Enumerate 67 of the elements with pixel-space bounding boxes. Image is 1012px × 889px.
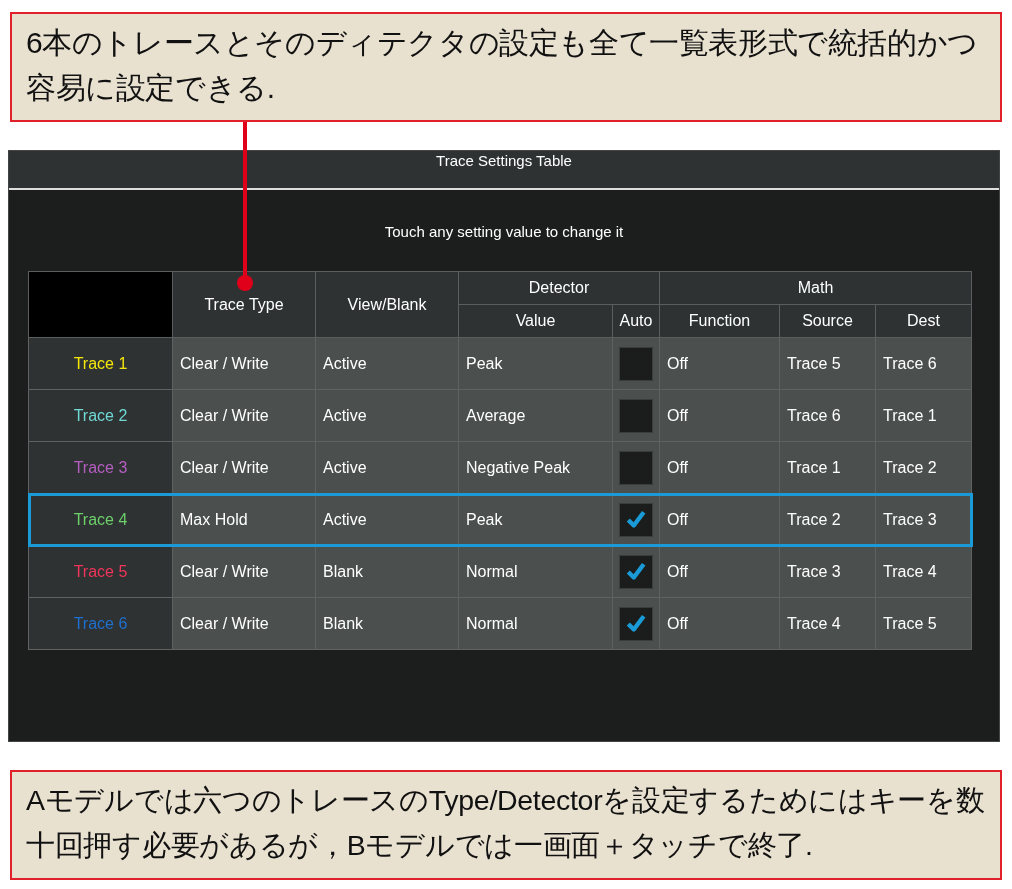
table-cell[interactable]: Peak (458, 493, 613, 546)
column-header: Auto (612, 304, 660, 338)
table-cell[interactable]: Off (659, 337, 780, 390)
table-cell[interactable]: Clear / Write (172, 597, 316, 650)
table-cell[interactable]: Off (659, 441, 780, 494)
table-cell[interactable]: Trace 3 (779, 545, 876, 598)
table-cell[interactable]: Clear / Write (172, 389, 316, 442)
trace-row[interactable]: Trace 6 Clear / Write Blank Normal Off Trace 4 Trace 5 (28, 597, 972, 650)
column-group-header: Math (659, 271, 972, 305)
table-cell[interactable]: Off (659, 597, 780, 650)
table-cell[interactable]: Off (659, 493, 780, 546)
table-cell[interactable]: Max Hold (172, 493, 316, 546)
table-cell[interactable]: Clear / Write (172, 545, 316, 598)
trace-row[interactable]: Trace 4 Max Hold Active Peak Off Trace 2 Trace 3 (28, 493, 972, 546)
table-cell[interactable]: Trace 2 (779, 493, 876, 546)
window-title: Trace Settings Table (9, 151, 999, 190)
table-cell[interactable]: Active (315, 493, 459, 546)
column-group-header: Detector (458, 271, 660, 305)
table-cell[interactable]: Trace 4 (875, 545, 972, 598)
column-header: View/Blank (315, 271, 459, 338)
table-cell[interactable]: Trace 2 (875, 441, 972, 494)
table-cell[interactable]: Average (458, 389, 613, 442)
table-cell[interactable]: Trace 6 (875, 337, 972, 390)
table-cell[interactable]: Trace 6 (779, 389, 876, 442)
trace-row[interactable]: Trace 2 Clear / Write Active Average Off Trace 6 Trace 1 (28, 389, 972, 442)
table-cell[interactable]: Active (315, 441, 459, 494)
table-cell[interactable]: Normal (458, 597, 613, 650)
table-cell[interactable]: Peak (458, 337, 613, 390)
check-icon (625, 612, 647, 635)
table-cell[interactable]: Clear / Write (172, 441, 316, 494)
table-cell[interactable]: Trace 5 (779, 337, 876, 390)
column-header: Dest (875, 304, 972, 338)
check-icon (625, 508, 647, 531)
trace-label[interactable]: Trace 4 (28, 493, 173, 546)
table-cell[interactable]: Trace 1 (875, 389, 972, 442)
auto-checkbox[interactable] (619, 606, 653, 641)
callout-note: 6本のトレースとそのディテクタの設定も全て一覧表形式で統括的かつ容易に設定できる. (10, 12, 1002, 122)
trace-label[interactable]: Trace 2 (28, 389, 173, 442)
table-cell[interactable]: Blank (315, 545, 459, 598)
table-cell[interactable]: Trace 1 (779, 441, 876, 494)
check-icon (625, 560, 647, 583)
table-cell[interactable]: Blank (315, 597, 459, 650)
table-cell[interactable]: Active (315, 389, 459, 442)
auto-checkbox[interactable] (619, 554, 653, 589)
table-cell[interactable]: Trace 5 (875, 597, 972, 650)
trace-row[interactable]: Trace 3 Clear / Write Active Negative Peak Off Trace 1 Trace 2 (28, 441, 972, 494)
table-cell[interactable]: Trace 3 (875, 493, 972, 546)
auto-checkbox[interactable] (619, 450, 653, 485)
callout-note: Aモデルでは六つのトレースのType/Detectorを設定するためにはキーを数十回押す必要があるが，Bモデルでは一画面＋タッチで終了. (10, 770, 1002, 880)
auto-checkbox[interactable] (619, 398, 653, 433)
trace-label[interactable]: Trace 1 (28, 337, 173, 390)
column-header: Trace Type (172, 271, 316, 338)
trace-row[interactable]: Trace 1 Clear / Write Active Peak Off Trace 5 Trace 6 (28, 337, 972, 390)
column-header: Value (458, 304, 613, 338)
auto-checkbox[interactable] (619, 502, 653, 537)
table-cell[interactable]: Off (659, 389, 780, 442)
table-cell[interactable]: Clear / Write (172, 337, 316, 390)
instruction-text: Touch any setting value to change it (383, 223, 625, 240)
table-cell[interactable]: Negative Peak (458, 441, 613, 494)
column-header: Function (659, 304, 780, 338)
table-cell[interactable]: Trace 4 (779, 597, 876, 650)
trace-row[interactable]: Trace 5 Clear / Write Blank Normal Off Trace 3 Trace 4 (28, 545, 972, 598)
table-cell[interactable]: Active (315, 337, 459, 390)
table-cell[interactable]: Normal (458, 545, 613, 598)
auto-checkbox[interactable] (619, 346, 653, 381)
column-header: Source (779, 304, 876, 338)
table-cell[interactable]: Off (659, 545, 780, 598)
